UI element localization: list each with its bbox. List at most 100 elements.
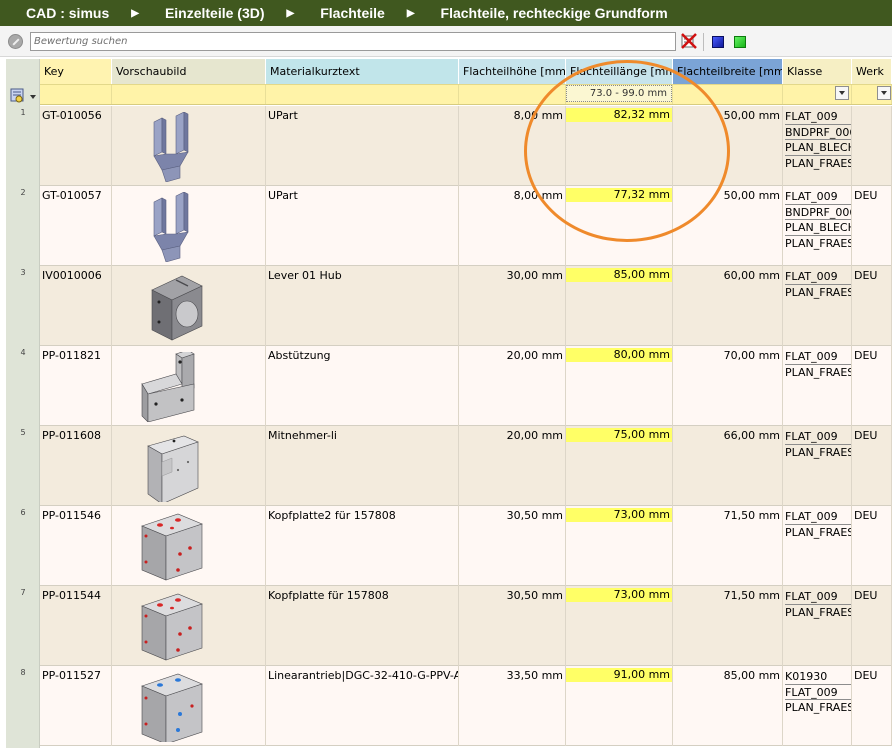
filter-cell-breite[interactable] bbox=[673, 85, 783, 104]
cell-werk: DEU bbox=[852, 586, 892, 666]
cell-material: Kopfplatte für 157808 bbox=[266, 586, 459, 666]
table-row[interactable]: PP-011608 Mitnehmer-li 20,00 mm 75,00 mm 66… bbox=[40, 426, 892, 506]
cell-material: Linearantrieb|DGC-32-410-G-PPV-A bbox=[266, 666, 459, 746]
klasse-value: PLAN_FRAES bbox=[785, 156, 852, 170]
table-row[interactable]: PP-011821 Abstützung 20,00 mm 80,00 mm 70,0… bbox=[40, 346, 892, 426]
cell-werk: DEU bbox=[852, 346, 892, 426]
plate-icon[interactable] bbox=[132, 432, 212, 505]
cell-material: UPart bbox=[266, 186, 459, 266]
cell-preview bbox=[112, 586, 266, 666]
cell-laenge: 73,00 mm bbox=[566, 506, 673, 586]
column-header-preview[interactable]: Vorschaubild bbox=[112, 59, 266, 84]
cell-material: Lever 01 Hub bbox=[266, 266, 459, 346]
filter-cell-key[interactable] bbox=[40, 85, 112, 104]
cell-werk: DEU bbox=[852, 506, 892, 586]
cell-preview bbox=[112, 426, 266, 506]
breadcrumb-separator-icon: ▶ bbox=[286, 7, 295, 19]
cell-key: PP-011527 bbox=[40, 666, 112, 746]
filter-cell-preview[interactable] bbox=[112, 85, 266, 104]
klasse-value: PLAN_FRAES bbox=[785, 445, 852, 459]
cell-material: UPart bbox=[266, 106, 459, 186]
cell-key: GT-010057 bbox=[40, 186, 112, 266]
row-number[interactable]: 7 bbox=[6, 588, 40, 597]
cell-preview bbox=[112, 346, 266, 426]
laenge-range-filter[interactable]: 73.0 - 99.0 mm bbox=[566, 85, 672, 102]
klasse-value: FLAT_009 bbox=[785, 269, 851, 285]
cell-laenge: 85,00 mm bbox=[566, 266, 673, 346]
filter-cell-hoehe[interactable] bbox=[459, 85, 566, 104]
breadcrumb-separator-icon: ▶ bbox=[131, 7, 139, 19]
table-row[interactable]: PP-011546 Kopfplatte2 für 157808 30,50 mm… bbox=[40, 506, 892, 586]
table-row[interactable]: GT-010057 UPart 8,00 mm 77,32 mm 50,00 mm FL… bbox=[40, 186, 892, 266]
column-header-klasse[interactable]: Klasse bbox=[783, 59, 852, 84]
werk-filter-dropdown[interactable] bbox=[877, 86, 891, 100]
cell-breite: 71,50 mm bbox=[673, 586, 783, 666]
column-header-werk[interactable]: Werk bbox=[852, 59, 892, 84]
breadcrumb-separator-icon: ▶ bbox=[406, 7, 415, 19]
filter-settings-icon[interactable] bbox=[8, 87, 38, 105]
support-icon[interactable] bbox=[132, 349, 212, 423]
klasse-value: PLAN_BLECH bbox=[785, 141, 852, 156]
klasse-value: PLAN_FRAES bbox=[785, 701, 852, 714]
cell-material: Mitnehmer-li bbox=[266, 426, 459, 506]
blue-color-icon[interactable] bbox=[712, 36, 724, 48]
cell-preview bbox=[112, 666, 266, 746]
column-header-breite[interactable]: Flachteilbreite [mm] bbox=[673, 59, 783, 84]
column-header-laenge[interactable]: Flachteillänge [mm] bbox=[566, 59, 673, 84]
cell-material: Kopfplatte2 für 157808 bbox=[266, 506, 459, 586]
klasse-value: PLAN_FRAES bbox=[785, 236, 852, 250]
row-number[interactable]: 1 bbox=[6, 108, 40, 117]
breadcrumb-item[interactable]: Flachteile bbox=[294, 5, 385, 21]
row-number[interactable]: 5 bbox=[6, 428, 40, 437]
row-number-column: 1 2 3 4 5 6 7 8 bbox=[6, 59, 40, 748]
filter-row bbox=[40, 84, 892, 105]
klasse-value: PLAN_FRAES bbox=[785, 285, 852, 299]
klasse-value: FLAT_009 bbox=[785, 685, 851, 700]
cell-laenge: 75,00 mm bbox=[566, 426, 673, 506]
klasse-value: PLAN_FRAES bbox=[785, 525, 852, 539]
table-row[interactable]: IV0010006 Lever 01 Hub 30,00 mm 85,00 mm 60… bbox=[40, 266, 892, 346]
clear-filter-icon[interactable] bbox=[681, 33, 697, 49]
cell-werk: DEU bbox=[852, 426, 892, 506]
row-number[interactable]: 2 bbox=[6, 188, 40, 197]
klasse-value: BNDPRF_006 bbox=[785, 125, 852, 140]
lever-icon[interactable] bbox=[132, 272, 212, 342]
block-red-icon[interactable] bbox=[132, 512, 212, 582]
filter-cell-material[interactable] bbox=[266, 85, 459, 104]
table-row[interactable]: GT-010056 UPart 8,00 mm 82,32 mm 50,00 mm FL… bbox=[40, 106, 892, 186]
laenge-value: 85,00 mm bbox=[566, 268, 672, 282]
cell-key: PP-011608 bbox=[40, 426, 112, 506]
cell-klasse: FLAT_009 PLAN_FRAES bbox=[783, 266, 852, 346]
breadcrumb-item[interactable]: Flachteile, rechteckige Grundform bbox=[415, 5, 668, 21]
clear-search-icon[interactable] bbox=[8, 34, 23, 49]
cell-laenge: 91,00 mm bbox=[566, 666, 673, 746]
cell-laenge: 80,00 mm bbox=[566, 346, 673, 426]
klasse-value: PLAN_BLECH bbox=[785, 221, 852, 236]
laenge-value: 91,00 mm bbox=[566, 668, 672, 682]
cell-key: IV0010006 bbox=[40, 266, 112, 346]
row-number[interactable]: 4 bbox=[6, 348, 40, 357]
klasse-filter-dropdown[interactable] bbox=[835, 86, 849, 100]
search-input[interactable] bbox=[30, 32, 676, 51]
klasse-value: FLAT_009 bbox=[785, 109, 851, 125]
block-red-icon[interactable] bbox=[132, 592, 212, 662]
table-row[interactable]: PP-011527 Linearantrieb|DGC-32-410-G-PPV… bbox=[40, 666, 892, 746]
laenge-value: 77,32 mm bbox=[566, 188, 672, 202]
klasse-value: FLAT_009 bbox=[785, 509, 851, 525]
green-color-icon[interactable] bbox=[734, 36, 746, 48]
upart-icon[interactable] bbox=[132, 111, 212, 183]
block-blue-icon[interactable] bbox=[132, 672, 212, 745]
cell-breite: 50,00 mm bbox=[673, 186, 783, 266]
row-number[interactable]: 8 bbox=[6, 668, 40, 677]
breadcrumb-item[interactable]: CAD : simus bbox=[0, 5, 109, 21]
column-header-hoehe[interactable]: Flachteilhöhe [mm] bbox=[459, 59, 566, 84]
row-number[interactable]: 3 bbox=[6, 268, 40, 277]
row-number[interactable]: 6 bbox=[6, 508, 40, 517]
column-header-key[interactable]: Key bbox=[40, 59, 112, 84]
column-header-material[interactable]: Materialkurztext bbox=[266, 59, 459, 84]
cell-laenge: 82,32 mm bbox=[566, 106, 673, 186]
upart-icon[interactable] bbox=[132, 191, 212, 263]
table-row[interactable]: PP-011544 Kopfplatte für 157808 30,50 mm 7… bbox=[40, 586, 892, 666]
breadcrumb-item[interactable]: Einzelteile (3D) bbox=[139, 5, 265, 21]
cell-breite: 71,50 mm bbox=[673, 506, 783, 586]
